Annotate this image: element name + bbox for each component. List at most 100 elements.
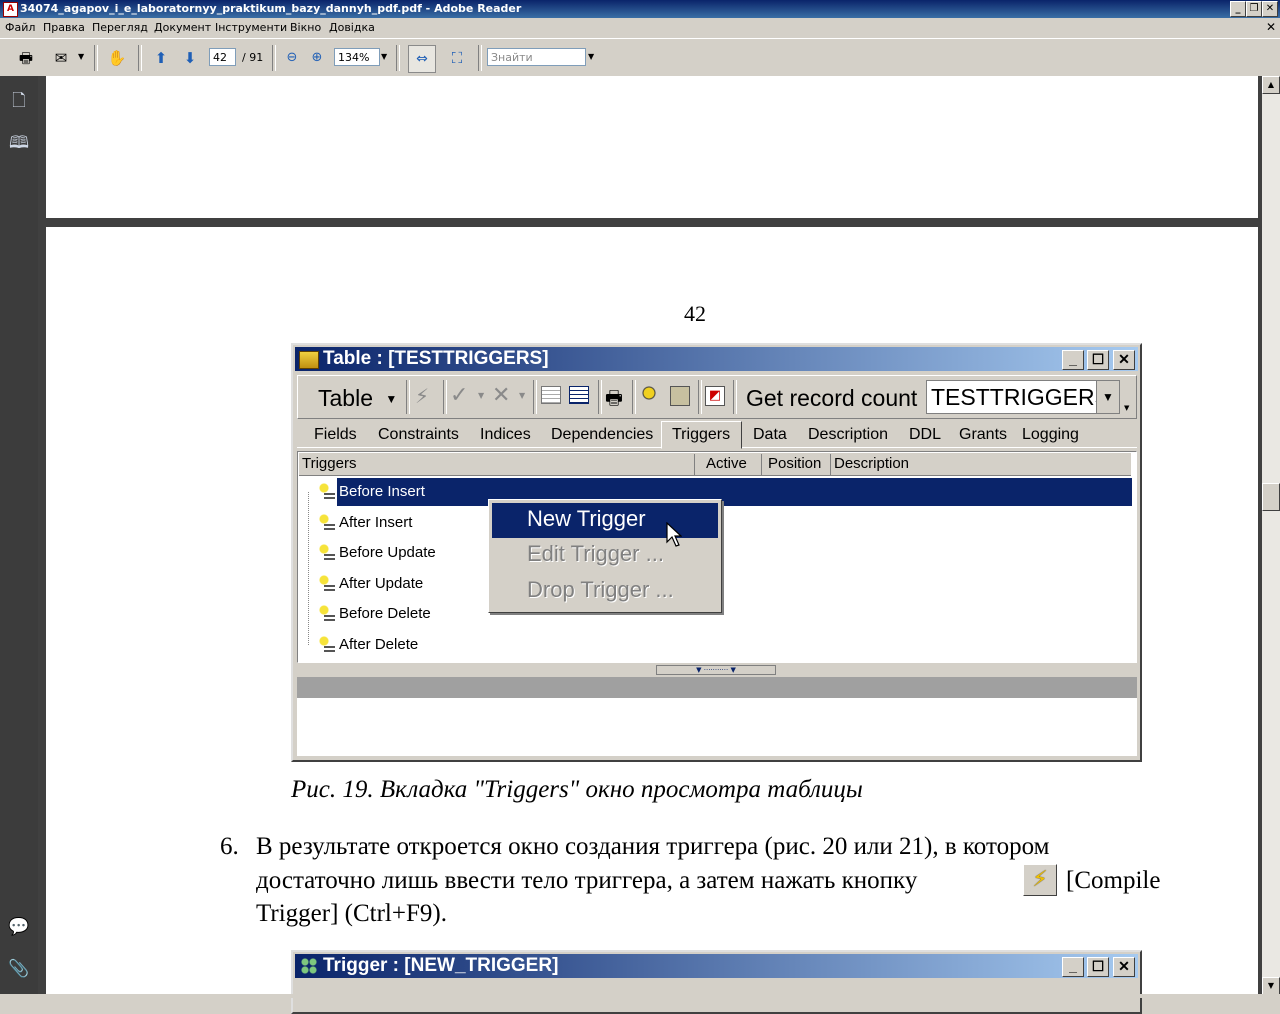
close-button[interactable]: ✕ [1113,957,1135,977]
tab-fields[interactable]: Fields [314,423,357,447]
tree-item-after-update[interactable]: After Update [318,573,423,595]
lower-white-panel [297,698,1137,756]
page-number-input[interactable]: 42 [209,48,236,66]
tab-grants[interactable]: Grants [959,423,1007,447]
compile-lightning-icon: ⚡ [1023,864,1057,896]
commit-check-icon[interactable]: ✓ [450,383,468,408]
pdf-app-icon: A [3,2,18,17]
menu-tools[interactable]: Інструменти [215,21,287,34]
trigger-label: After Delete [339,636,419,653]
trigger-label: Before Update [339,544,436,561]
minimize-button[interactable]: _ [1062,957,1084,977]
print-icon[interactable]: 🖶 [15,47,37,69]
previous-page-icon[interactable]: ⬆ [150,47,172,69]
menu-view[interactable]: Перегляд [92,21,148,34]
rollback-cross-icon[interactable]: ✕ [492,383,510,408]
tab-triggers[interactable]: Triggers [672,423,730,447]
page-total: / 91 [242,51,264,64]
chevron-down-icon[interactable]: ▼ [78,52,84,61]
minimize-button[interactable]: _ [1062,350,1084,370]
maximize-button[interactable]: ☐ [1087,957,1109,977]
title-bar: A 34074_agapov_i_e_laboratornyy_praktiku… [0,0,1280,18]
trigger-icon [318,605,336,621]
email-icon[interactable]: ✉ [50,47,72,69]
drop-trigger-menu-item[interactable]: Drop Trigger ... [527,577,674,603]
close-button[interactable]: ✕ [1262,1,1278,17]
tree-item-after-insert[interactable]: After Insert [318,512,412,534]
column-header-active[interactable]: Active [706,455,747,472]
zoom-level-field[interactable]: 134% [334,48,380,66]
navigation-pane: 🗋 🕮 💬 📎 [0,76,38,998]
tree-item-after-delete[interactable]: After Delete [318,634,418,656]
scrollbar-thumb[interactable] [1262,483,1280,511]
maximize-button[interactable]: ☐ [1087,350,1109,370]
tab-logging[interactable]: Logging [1022,423,1079,447]
menu-bar: Файл Правка Перегляд Документ Інструмент… [0,18,1280,38]
maximize-button[interactable]: ❐ [1246,1,1262,17]
tree-item-before-update[interactable]: Before Update [318,542,436,564]
scroll-down-icon[interactable]: ▼ [1262,977,1280,995]
scroll-up-icon[interactable]: ▲ [1262,76,1280,94]
figure-caption: Рис. 19. Вкладка "Triggers" окно просмот… [291,776,863,803]
zoom-in-icon[interactable]: ⊕ [306,47,328,69]
save-icon[interactable] [670,386,690,406]
tab-description[interactable]: Description [808,423,888,447]
tree-item-before-delete[interactable]: Before Delete [318,603,431,625]
comments-icon[interactable]: 💬 [8,916,30,938]
chevron-down-icon[interactable]: ▼ [1096,381,1119,413]
attachments-icon[interactable]: 📎 [8,958,30,980]
column-header-description[interactable]: Description [834,455,909,472]
table-select-value: TESTTRIGGERS [931,384,1110,410]
trigger-window-title-bar: Trigger : [NEW_TRIGGER] _ ☐ ✕ [295,954,1138,978]
table-menu-button[interactable]: Table ▼ [306,381,402,415]
splitter-handle[interactable]: ▼ ··········· ▼ [656,665,776,675]
previous-page [46,76,1258,218]
tab-indices[interactable]: Indices [480,423,531,447]
trigger-icon [318,636,336,652]
print-icon[interactable]: 🖶 [605,384,623,416]
menu-edit[interactable]: Правка [43,21,85,34]
zoom-out-icon[interactable]: ⊖ [281,47,303,69]
fit-width-icon[interactable]: ⇔ [408,45,436,73]
get-record-count-button[interactable]: Get record count [746,381,917,415]
vertical-scrollbar[interactable]: ▲ ▼ [1262,76,1280,995]
key-icon[interactable] [642,386,660,404]
next-page-icon[interactable]: ⬇ [179,47,201,69]
table-select[interactable]: TESTTRIGGERS ▼ [926,380,1120,414]
minimize-button[interactable]: _ [1230,1,1246,17]
menu-help[interactable]: Довідка [329,21,375,34]
tab-constraints[interactable]: Constraints [378,423,459,447]
new-trigger-menu-item[interactable]: New Trigger [527,506,646,532]
trigger-icon [318,544,336,560]
pages-icon[interactable]: 🗋 [8,90,30,112]
bookmarks-icon[interactable]: 🕮 [8,132,30,154]
tree-item-before-insert[interactable]: Before Insert [318,481,425,503]
column-header-position[interactable]: Position [768,455,821,472]
calendar-grid-icon[interactable] [569,386,589,404]
menu-document[interactable]: Документ [154,21,211,34]
trigger-label: Before Insert [339,483,425,500]
trigger-icon [318,483,336,499]
tab-data[interactable]: Data [753,423,787,447]
column-header-triggers[interactable]: Triggers [302,455,356,472]
chevron-down-icon[interactable]: ▼ [381,52,387,61]
chevron-down-icon[interactable]: ▼ [1124,404,1129,412]
hand-icon[interactable]: ✋ [106,47,128,69]
tab-ddl[interactable]: DDL [909,423,941,447]
chevron-down-icon[interactable]: ▼ [519,391,525,400]
menu-file[interactable]: Файл [5,21,35,34]
trigger-window-icon [301,958,317,974]
chevron-down-icon[interactable]: ▼ [478,391,484,400]
search-input[interactable]: Знайти [487,48,586,66]
menu-window[interactable]: Вікно [290,21,321,34]
grid-icon[interactable] [541,386,561,404]
chevron-down-icon[interactable]: ▼ [588,52,594,61]
chart-icon[interactable]: ◩ [705,386,725,406]
document-close-icon[interactable]: ✕ [1266,20,1276,34]
close-button[interactable]: ✕ [1113,350,1135,370]
compile-lightning-icon[interactable]: ⚡ [415,384,429,408]
tab-dependencies[interactable]: Dependencies [551,423,653,447]
trigger-icon [318,575,336,591]
fit-page-icon[interactable]: ⛶ [446,47,468,69]
edit-trigger-menu-item[interactable]: Edit Trigger ... [527,541,664,567]
